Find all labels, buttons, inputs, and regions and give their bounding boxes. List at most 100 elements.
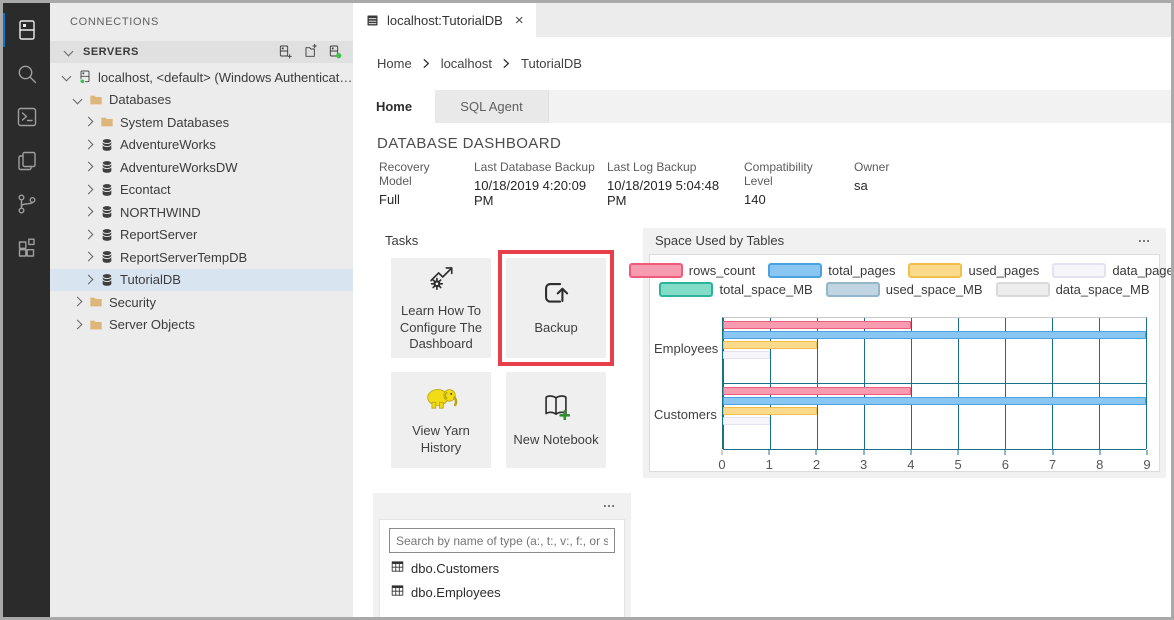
- database-icon: [99, 204, 115, 220]
- tree-item-adventureworksdw[interactable]: AdventureWorksDW: [50, 156, 353, 179]
- chevron-right-icon[interactable]: [80, 227, 96, 243]
- sidebar-title: CONNECTIONS: [50, 3, 353, 41]
- legend-swatch: [768, 263, 822, 278]
- view-yarn-history-button[interactable]: View Yarn History: [391, 372, 491, 468]
- database-icon: [99, 272, 115, 288]
- bar-rows-count-employees: [723, 321, 911, 329]
- tree-item-label: Econtact: [120, 182, 171, 197]
- breadcrumb-item-tutorialdb[interactable]: TutorialDB: [521, 56, 582, 71]
- ellipsis-icon[interactable]: [1134, 234, 1154, 248]
- tab-sql-agent[interactable]: SQL Agent: [435, 90, 549, 123]
- highlighted-task: Backup: [506, 258, 606, 358]
- legend-swatch: [1052, 263, 1106, 278]
- legend-swatch: [629, 263, 683, 278]
- tree-item-label: ReportServerTempDB: [120, 250, 247, 265]
- chevron-right-icon[interactable]: [69, 317, 85, 333]
- object-name: dbo.Customers: [411, 561, 499, 576]
- chevron-down-icon[interactable]: [60, 44, 76, 60]
- chevron-down-icon[interactable]: [69, 92, 85, 108]
- bar-data-pages-employees: [723, 351, 770, 359]
- extensions-icon: [15, 236, 39, 260]
- tree-item-security[interactable]: Security: [50, 291, 353, 314]
- objects-panel-body: dbo.Customers dbo.Employees: [379, 519, 625, 619]
- new-notebook-button[interactable]: New Notebook: [506, 372, 606, 468]
- new-server-group-icon[interactable]: [302, 44, 318, 60]
- chevron-down-icon[interactable]: [58, 69, 74, 85]
- search-input[interactable]: [389, 528, 615, 553]
- chevron-right-icon[interactable]: [80, 249, 96, 265]
- tree-item-server-objects[interactable]: Server Objects: [50, 314, 353, 337]
- tab-title: localhost:TutorialDB: [387, 13, 503, 28]
- tick-mark: [1052, 450, 1053, 455]
- bar-used-pages-customers: [723, 407, 817, 415]
- tree-item-reportservertempdb[interactable]: ReportServerTempDB: [50, 246, 353, 269]
- notebooks-icon: [15, 149, 39, 173]
- meta-value: 10/18/2019 5:04:48 PM: [607, 178, 732, 208]
- chevron-right-icon[interactable]: [80, 272, 96, 288]
- chevron-right-icon: [422, 57, 431, 70]
- tick-label-0: 0: [718, 457, 725, 472]
- activity-bar-item-extensions[interactable]: [3, 227, 50, 269]
- chevron-right-icon[interactable]: [69, 294, 85, 310]
- new-connection-icon[interactable]: [277, 44, 293, 60]
- space-used-panel: Space Used by Tables rows_counttotal_pag…: [643, 228, 1166, 478]
- ellipsis-icon[interactable]: [599, 499, 619, 513]
- legend-swatch: [908, 263, 962, 278]
- meta-value: sa: [854, 178, 902, 193]
- tree-item-tutorialdb[interactable]: TutorialDB: [50, 269, 353, 292]
- table-icon: [390, 559, 405, 577]
- tree-item-label: System Databases: [120, 115, 229, 130]
- active-connections-icon[interactable]: [327, 44, 343, 60]
- chevron-right-icon[interactable]: [80, 182, 96, 198]
- chevron-right-icon[interactable]: [80, 114, 96, 130]
- activity-bar-item-notebooks[interactable]: [3, 140, 50, 182]
- task-button-label: Backup: [534, 320, 577, 337]
- meta-value: Full: [379, 192, 462, 207]
- tree-item-adventureworks[interactable]: AdventureWorks: [50, 134, 353, 157]
- tree-item-northwind[interactable]: NORTHWIND: [50, 201, 353, 224]
- tick-mark: [1147, 450, 1148, 455]
- list-item-dbo-customers[interactable]: dbo.Customers: [380, 556, 624, 580]
- activity-bar-item-connections[interactable]: [3, 9, 50, 51]
- legend-label: rows_count: [689, 263, 755, 278]
- tick-mark: [769, 450, 770, 455]
- chevron-right-icon[interactable]: [80, 137, 96, 153]
- legend-item-used-pages: used_pages: [908, 263, 1039, 278]
- chevron-right-icon[interactable]: [80, 159, 96, 175]
- learn-how-to-configure-the-dashboard-button[interactable]: Learn How To Configure The Dashboard: [391, 258, 491, 358]
- tick-label-9: 9: [1143, 457, 1150, 472]
- configure-dashboard-icon: [424, 263, 458, 296]
- tab-home[interactable]: Home: [353, 90, 435, 123]
- bar-data-pages-customers: [723, 417, 770, 425]
- database-icon: [99, 249, 115, 265]
- meta-recovery-model: Recovery ModelFull: [379, 160, 474, 208]
- activity-bar-item-source-control[interactable]: [3, 183, 50, 225]
- tree-item-localhost-default-windows-authentication[interactable]: localhost, <default> (Windows Authentica…: [50, 66, 353, 89]
- legend-swatch: [659, 282, 713, 297]
- database-icon: [99, 137, 115, 153]
- backup-button[interactable]: Backup: [506, 258, 606, 358]
- breadcrumb: Home localhost TutorialDB: [353, 37, 1171, 90]
- tick-mark: [816, 450, 817, 455]
- legend-label: total_space_MB: [719, 282, 812, 297]
- tree-item-databases[interactable]: Databases: [50, 89, 353, 112]
- legend-swatch: [826, 282, 880, 297]
- breadcrumb-item-localhost[interactable]: localhost: [441, 56, 492, 71]
- servers-section-header[interactable]: SERVERS: [50, 41, 353, 63]
- legend-item-rows-count: rows_count: [629, 263, 755, 278]
- tree-item-econtact[interactable]: Econtact: [50, 179, 353, 202]
- tick-label-4: 4: [907, 457, 914, 472]
- close-icon[interactable]: ×: [515, 13, 524, 28]
- tab-localhost-tutorialdb[interactable]: localhost:TutorialDB ×: [353, 3, 536, 37]
- tree-item-reportserver[interactable]: ReportServer: [50, 224, 353, 247]
- tick-mark: [910, 450, 911, 455]
- database-icon: [99, 227, 115, 243]
- breadcrumb-item-home[interactable]: Home: [377, 56, 412, 71]
- activity-bar-item-search[interactable]: [3, 53, 50, 95]
- activity-bar-item-terminal[interactable]: [3, 96, 50, 138]
- chevron-right-icon[interactable]: [80, 204, 96, 220]
- tick-label-2: 2: [813, 457, 820, 472]
- folder-icon: [88, 294, 104, 310]
- list-item-dbo-employees[interactable]: dbo.Employees: [380, 580, 624, 604]
- tree-item-system-databases[interactable]: System Databases: [50, 111, 353, 134]
